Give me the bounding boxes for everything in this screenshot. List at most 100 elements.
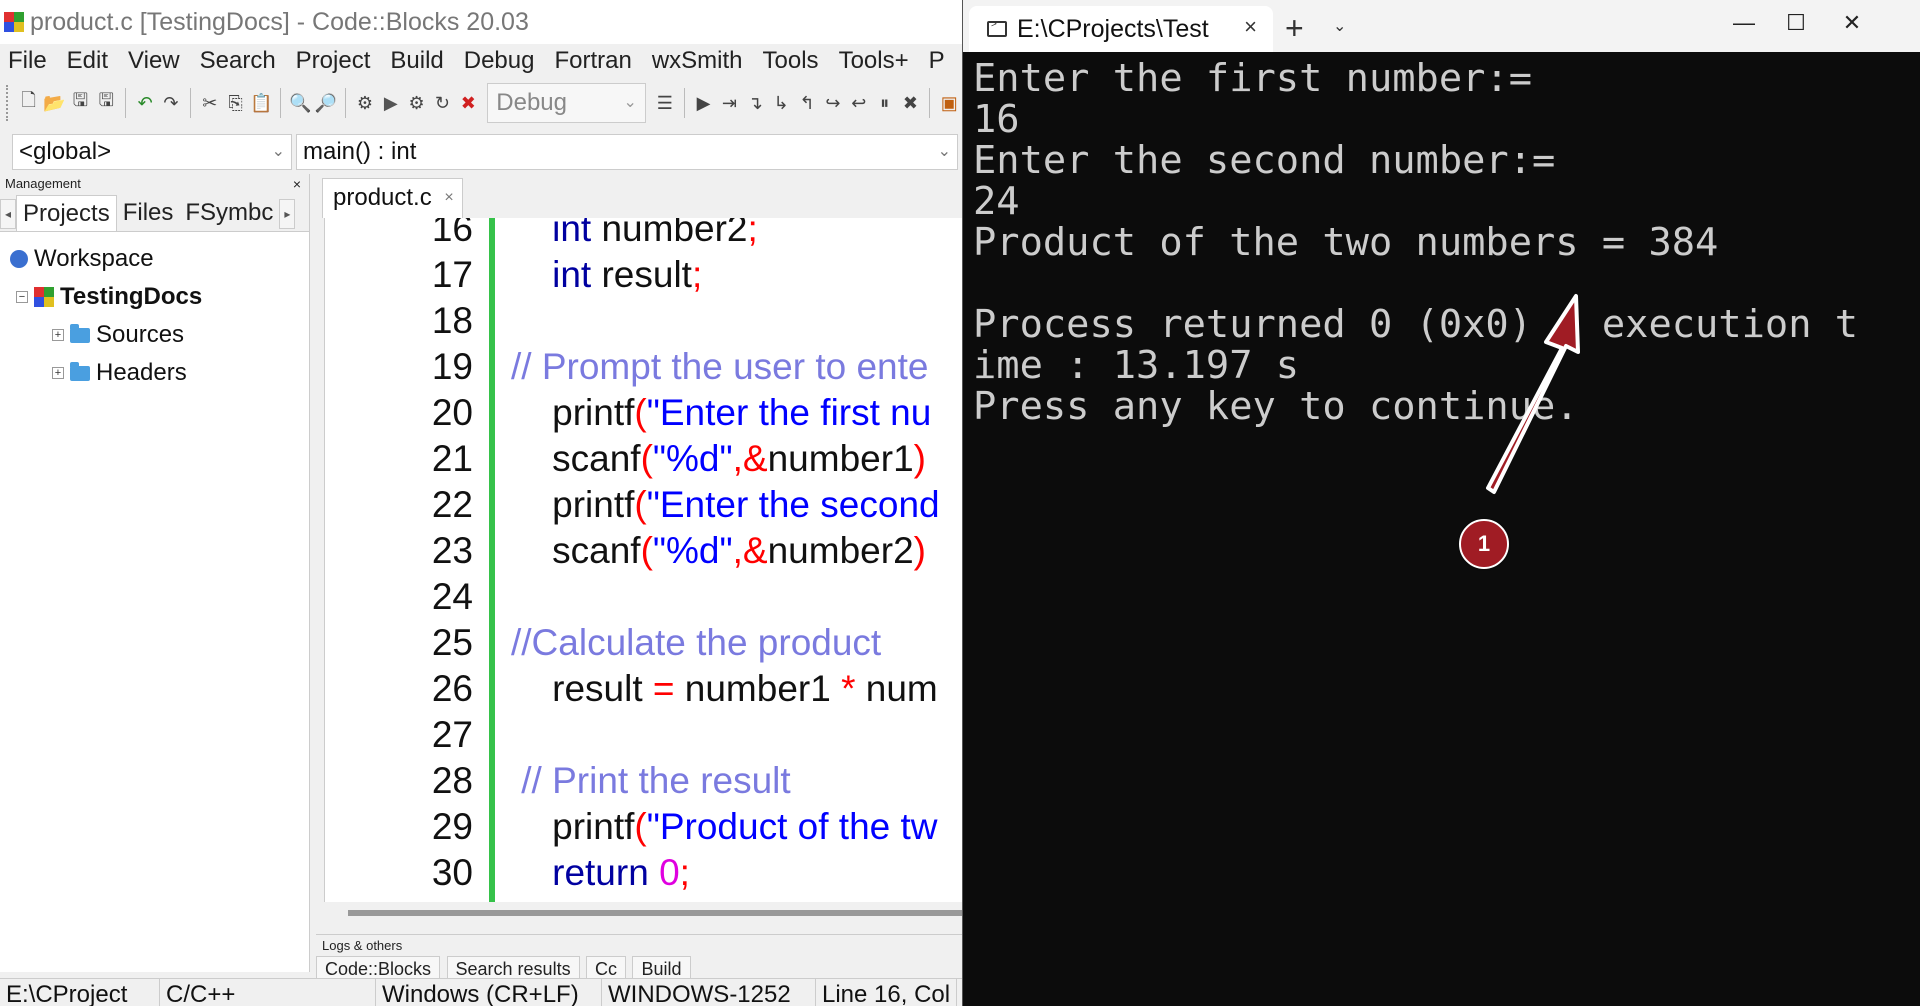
toolbar-grip[interactable] <box>6 85 10 121</box>
menu-tools[interactable]: Tools <box>753 47 829 75</box>
run-to-cursor-icon[interactable]: ⇥ <box>718 90 742 116</box>
code-line[interactable]: 29 printf("Product of the tw <box>325 804 962 850</box>
line-number: 16 <box>431 218 473 249</box>
menu-project[interactable]: Project <box>286 47 381 75</box>
step-instruction-icon[interactable]: ↩ <box>847 90 871 116</box>
step-out-icon[interactable]: ↰ <box>795 90 819 116</box>
code-line[interactable]: 23 scanf("%d",&number2) <box>325 528 962 574</box>
build-gear-icon[interactable]: ⚙ <box>353 90 377 116</box>
code-token: ( <box>634 806 647 847</box>
chevron-down-icon: ⌄ <box>623 94 637 111</box>
menu-plugins[interactable]: P <box>919 47 955 75</box>
menu-search[interactable]: Search <box>190 47 286 75</box>
terminal-output[interactable]: Enter the first number:= 16 Enter the se… <box>973 58 1913 427</box>
menu-edit[interactable]: Edit <box>57 47 118 75</box>
redo-icon[interactable]: ↷ <box>159 90 183 116</box>
horizontal-scrollbar[interactable] <box>324 902 962 924</box>
build-target-select[interactable]: Debug ⌄ <box>487 83 646 123</box>
step-into-icon[interactable]: ↳ <box>769 90 793 116</box>
code-line[interactable]: 17 int result; <box>325 252 962 298</box>
terminal-tab[interactable]: E:\CProjects\Test × <box>969 6 1273 52</box>
code-token: "Enter the first nu <box>646 392 932 433</box>
tab-projects[interactable]: Projects <box>16 195 117 231</box>
management-panel: Management × ◂ Projects Files FSymbc ▸ W… <box>0 174 310 972</box>
code-line[interactable]: 20 printf("Enter the first nu <box>325 390 962 436</box>
menu-tools-plus[interactable]: Tools+ <box>829 47 919 75</box>
expand-icon[interactable]: + <box>52 329 64 341</box>
tab-files[interactable]: Files <box>117 195 180 231</box>
expand-icon[interactable]: + <box>52 367 64 379</box>
next-line-icon[interactable]: ↴ <box>743 90 767 116</box>
paste-icon[interactable]: 📋 <box>250 90 274 116</box>
close-icon[interactable]: × <box>444 179 453 217</box>
next-instruction-icon[interactable]: ↪ <box>821 90 845 116</box>
log-tab-cc[interactable]: Cc <box>586 956 627 978</box>
close-tab-icon[interactable]: × <box>1244 14 1257 40</box>
tab-fsymbols[interactable]: FSymbc <box>179 195 279 231</box>
undo-icon[interactable]: ↶ <box>133 90 157 116</box>
code-line[interactable]: 19 // Prompt the user to ente <box>325 344 962 390</box>
code-token: ; <box>747 218 758 249</box>
save-icon[interactable]: 🖫 <box>69 90 93 116</box>
code-line[interactable]: 22 printf("Enter the second <box>325 482 962 528</box>
tree-item-project[interactable]: − TestingDocs <box>0 278 309 316</box>
find-icon[interactable]: 🔍 <box>288 90 312 116</box>
menu-wxsmith[interactable]: wxSmith <box>642 47 753 75</box>
tree-item-workspace[interactable]: Workspace <box>0 240 309 278</box>
log-tab-codeblocks[interactable]: Code::Blocks <box>316 956 441 978</box>
replace-icon[interactable]: 🔎 <box>314 90 338 116</box>
menu-debug[interactable]: Debug <box>454 47 545 75</box>
management-title: Management <box>5 176 81 191</box>
tab-product-c[interactable]: product.c × <box>322 178 463 218</box>
tree-item-headers[interactable]: + Headers <box>0 354 309 392</box>
new-tab-button[interactable]: + <box>1285 10 1304 47</box>
save-all-icon[interactable]: 🖫 <box>94 90 118 116</box>
code-editor[interactable]: 16 int number2; 17 int result; 18 19// Prom… <box>324 218 962 902</box>
scope-select[interactable]: <global> ⌄ <box>12 134 292 170</box>
tab-scroll-right-icon[interactable]: ▸ <box>279 199 296 229</box>
pause-icon[interactable]: ⏸ <box>873 90 897 116</box>
code-line[interactable]: 26 result = number1 * num <box>325 666 962 712</box>
copy-icon[interactable]: ⎘ <box>224 90 248 116</box>
cut-icon[interactable]: ✂ <box>198 90 222 116</box>
code-token: ( <box>640 530 653 571</box>
tab-scroll-left-icon[interactable]: ◂ <box>0 199 16 229</box>
debug-continue-icon[interactable]: ▶ <box>692 90 716 116</box>
open-file-icon[interactable]: 📂 <box>43 90 67 116</box>
collapse-icon[interactable]: − <box>16 291 28 303</box>
tree-item-sources[interactable]: + Sources <box>0 316 309 354</box>
code-line[interactable]: 18 <box>325 298 962 344</box>
abort-icon[interactable]: ✖ <box>456 90 480 116</box>
menu-fortran[interactable]: Fortran <box>544 47 641 75</box>
code-line[interactable]: 27 <box>325 712 962 758</box>
stop-debug-icon[interactable]: ✖ <box>899 90 923 116</box>
target-options-icon[interactable]: ☰ <box>653 90 677 116</box>
code-line[interactable]: 21 scanf("%d",&number1) <box>325 436 962 482</box>
output-line: Enter the second number:= <box>973 138 1556 183</box>
code-line[interactable]: 30 return 0; <box>325 850 962 896</box>
close-window-button[interactable]: ✕ <box>1827 10 1877 36</box>
new-file-icon[interactable]: 🗋 <box>17 90 41 116</box>
menu-build[interactable]: Build <box>380 47 453 75</box>
code-line[interactable]: 24 <box>325 574 962 620</box>
code-line[interactable]: 25 //Calculate the product <box>325 620 962 666</box>
maximize-button[interactable]: ☐ <box>1771 10 1821 36</box>
menu-file[interactable]: File <box>0 47 57 75</box>
chevron-down-icon[interactable]: ⌄ <box>1333 16 1346 36</box>
line-number: 27 <box>431 714 473 755</box>
rebuild-icon[interactable]: ↻ <box>431 90 455 116</box>
scrollbar-thumb[interactable] <box>348 910 962 916</box>
code-line[interactable]: 16 int number2; <box>325 218 962 252</box>
toolbar-separator <box>345 88 346 118</box>
log-tab-search-results[interactable]: Search results <box>446 956 580 978</box>
run-icon[interactable]: ▶ <box>379 90 403 116</box>
build-and-run-icon[interactable]: ⚙ <box>405 90 429 116</box>
window-title: product.c [TestingDocs] - Code::Blocks 2… <box>30 7 529 36</box>
menu-view[interactable]: View <box>118 47 190 75</box>
function-select[interactable]: main() : int ⌄ <box>296 134 958 170</box>
close-icon[interactable]: × <box>293 174 301 194</box>
code-line[interactable]: 28 // Print the result <box>325 758 962 804</box>
debug-windows-icon[interactable]: ▣ <box>937 90 961 116</box>
log-tab-build[interactable]: Build <box>632 956 691 978</box>
minimize-button[interactable]: — <box>1719 10 1769 36</box>
